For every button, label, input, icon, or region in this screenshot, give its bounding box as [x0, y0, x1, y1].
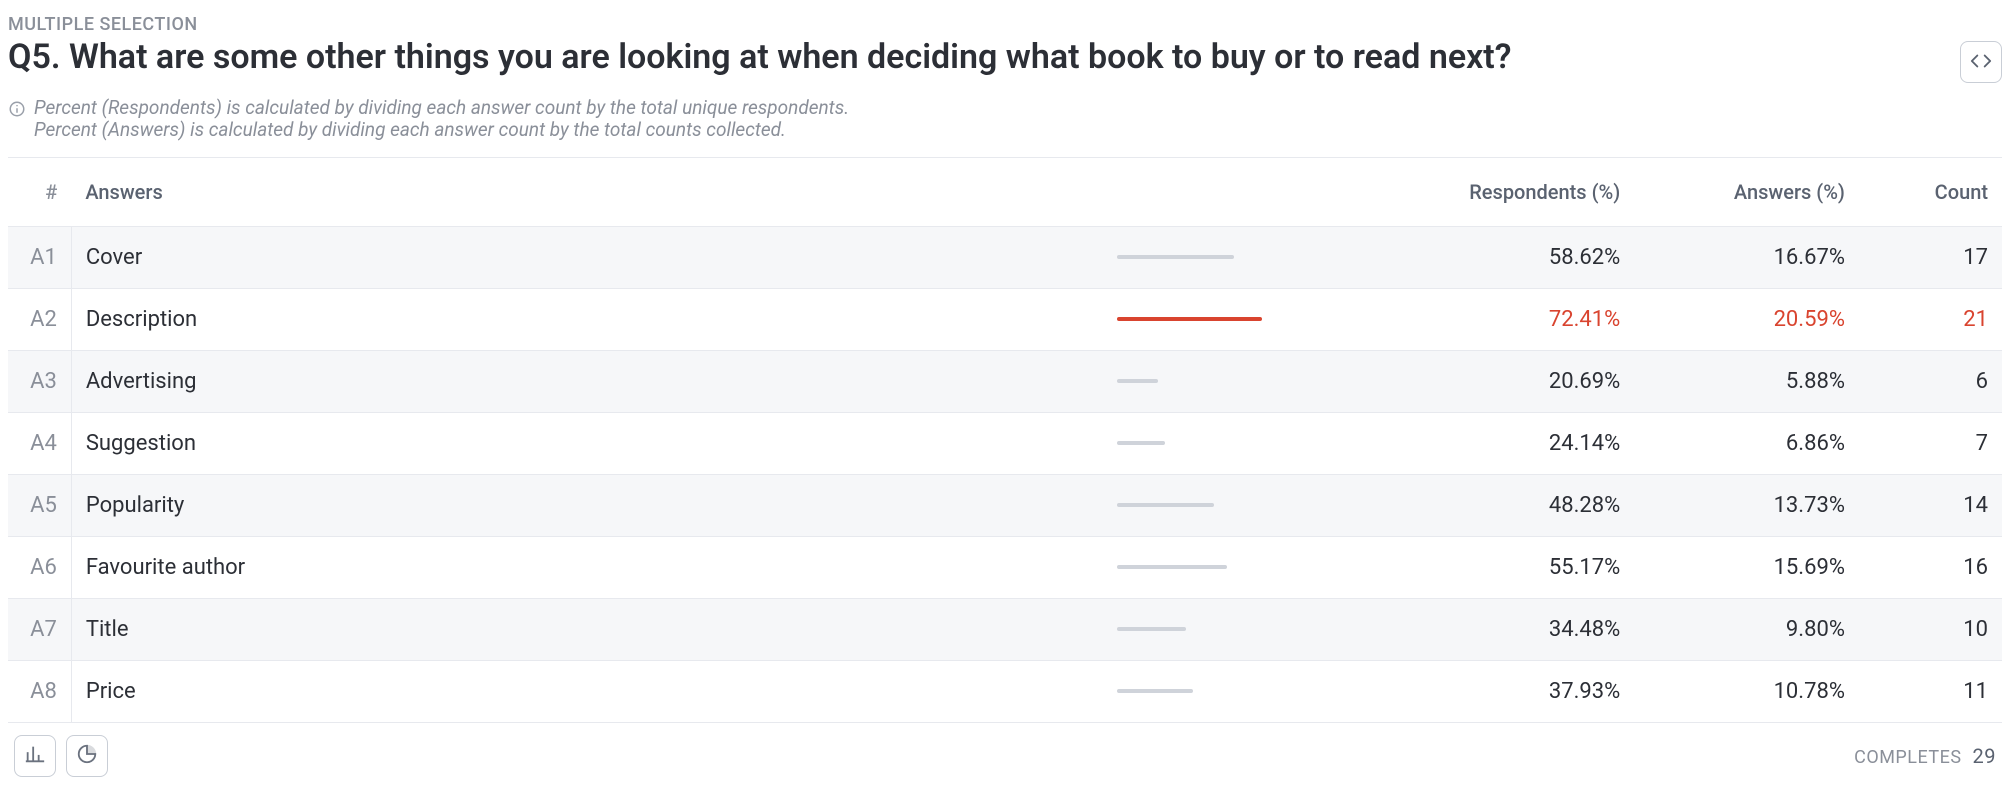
- row-answer-label: Title: [71, 598, 1103, 660]
- row-bar-cell: [1103, 536, 1409, 598]
- row-count: 10: [1859, 598, 2002, 660]
- row-count: 16: [1859, 536, 2002, 598]
- completes-label: COMPLETES 29: [1854, 744, 1996, 768]
- table-row[interactable]: A5Popularity 48.28%13.73%14: [8, 474, 2002, 536]
- question-title: Q5. What are some other things you are l…: [8, 37, 1511, 78]
- row-bar: [1117, 565, 1227, 569]
- table-row[interactable]: A6Favourite author 55.17%15.69%16: [8, 536, 2002, 598]
- table-row[interactable]: A3Advertising 20.69%5.88%6: [8, 350, 2002, 412]
- table-row[interactable]: A4Suggestion 24.14%6.86%7: [8, 412, 2002, 474]
- row-id: A4: [8, 412, 71, 474]
- row-count: 21: [1859, 288, 2002, 350]
- col-respondents[interactable]: Respondents (%): [1410, 158, 1635, 227]
- row-bar-cell: [1103, 226, 1409, 288]
- table-row[interactable]: A2Description 72.41%20.59%21: [8, 288, 2002, 350]
- row-answers-pct: 6.86%: [1634, 412, 1859, 474]
- row-respondents-pct: 48.28%: [1410, 474, 1635, 536]
- calculation-notes: Percent (Respondents) is calculated by d…: [8, 97, 2002, 141]
- code-icon: [1970, 50, 1992, 75]
- row-id: A2: [8, 288, 71, 350]
- row-answer-label: Suggestion: [71, 412, 1103, 474]
- row-bar: [1117, 627, 1186, 631]
- row-count: 14: [1859, 474, 2002, 536]
- row-count: 17: [1859, 226, 2002, 288]
- note-respondents: Percent (Respondents) is calculated by d…: [34, 97, 849, 119]
- row-id: A6: [8, 536, 71, 598]
- row-answer-label: Price: [71, 660, 1103, 722]
- row-answers-pct: 16.67%: [1634, 226, 1859, 288]
- row-answers-pct: 9.80%: [1634, 598, 1859, 660]
- row-id: A3: [8, 350, 71, 412]
- row-answers-pct: 5.88%: [1634, 350, 1859, 412]
- row-bar: [1117, 317, 1262, 321]
- row-id: A7: [8, 598, 71, 660]
- row-bar: [1117, 503, 1214, 507]
- row-respondents-pct: 34.48%: [1410, 598, 1635, 660]
- row-id: A8: [8, 660, 71, 722]
- results-table: # Answers Respondents (%) Answers (%) Co…: [8, 158, 2002, 723]
- table-row[interactable]: A8Price 37.93%10.78%11: [8, 660, 2002, 722]
- row-count: 7: [1859, 412, 2002, 474]
- col-count[interactable]: Count: [1859, 158, 2002, 227]
- row-answers-pct: 10.78%: [1634, 660, 1859, 722]
- pie-chart-icon: [76, 743, 98, 768]
- col-answers[interactable]: Answers: [71, 158, 1103, 227]
- row-bar-cell: [1103, 288, 1409, 350]
- row-answer-label: Popularity: [71, 474, 1103, 536]
- row-answer-label: Description: [71, 288, 1103, 350]
- row-respondents-pct: 24.14%: [1410, 412, 1635, 474]
- table-row[interactable]: A7Title 34.48%9.80%10: [8, 598, 2002, 660]
- row-count: 6: [1859, 350, 2002, 412]
- row-answer-label: Favourite author: [71, 536, 1103, 598]
- row-bar: [1117, 441, 1165, 445]
- row-respondents-pct: 72.41%: [1410, 288, 1635, 350]
- table-row[interactable]: A1Cover 58.62%16.67%17: [8, 226, 2002, 288]
- row-bar-cell: [1103, 412, 1409, 474]
- completes-count: 29: [1973, 744, 1996, 768]
- row-bar-cell: [1103, 350, 1409, 412]
- completes-text: COMPLETES: [1854, 747, 1961, 768]
- row-answers-pct: 13.73%: [1634, 474, 1859, 536]
- bar-chart-icon: [24, 743, 46, 768]
- row-respondents-pct: 20.69%: [1410, 350, 1635, 412]
- row-count: 11: [1859, 660, 2002, 722]
- row-id: A5: [8, 474, 71, 536]
- note-answers: Percent (Answers) is calculated by divid…: [34, 119, 849, 141]
- info-icon: [8, 100, 26, 118]
- col-bar: [1103, 158, 1409, 227]
- question-type-label: MULTIPLE SELECTION: [8, 14, 2002, 35]
- chart-view-pie-button[interactable]: [66, 735, 108, 777]
- col-index[interactable]: #: [8, 158, 71, 227]
- row-bar: [1117, 379, 1158, 383]
- col-answers-pct[interactable]: Answers (%): [1634, 158, 1859, 227]
- chart-view-bar-button[interactable]: [14, 735, 56, 777]
- row-bar-cell: [1103, 598, 1409, 660]
- row-bar: [1117, 255, 1234, 259]
- row-id: A1: [8, 226, 71, 288]
- row-respondents-pct: 37.93%: [1410, 660, 1635, 722]
- embed-code-button[interactable]: [1960, 41, 2002, 83]
- row-bar: [1117, 689, 1193, 693]
- row-respondents-pct: 55.17%: [1410, 536, 1635, 598]
- row-answers-pct: 20.59%: [1634, 288, 1859, 350]
- row-answers-pct: 15.69%: [1634, 536, 1859, 598]
- row-respondents-pct: 58.62%: [1410, 226, 1635, 288]
- row-bar-cell: [1103, 660, 1409, 722]
- row-answer-label: Advertising: [71, 350, 1103, 412]
- row-answer-label: Cover: [71, 226, 1103, 288]
- row-bar-cell: [1103, 474, 1409, 536]
